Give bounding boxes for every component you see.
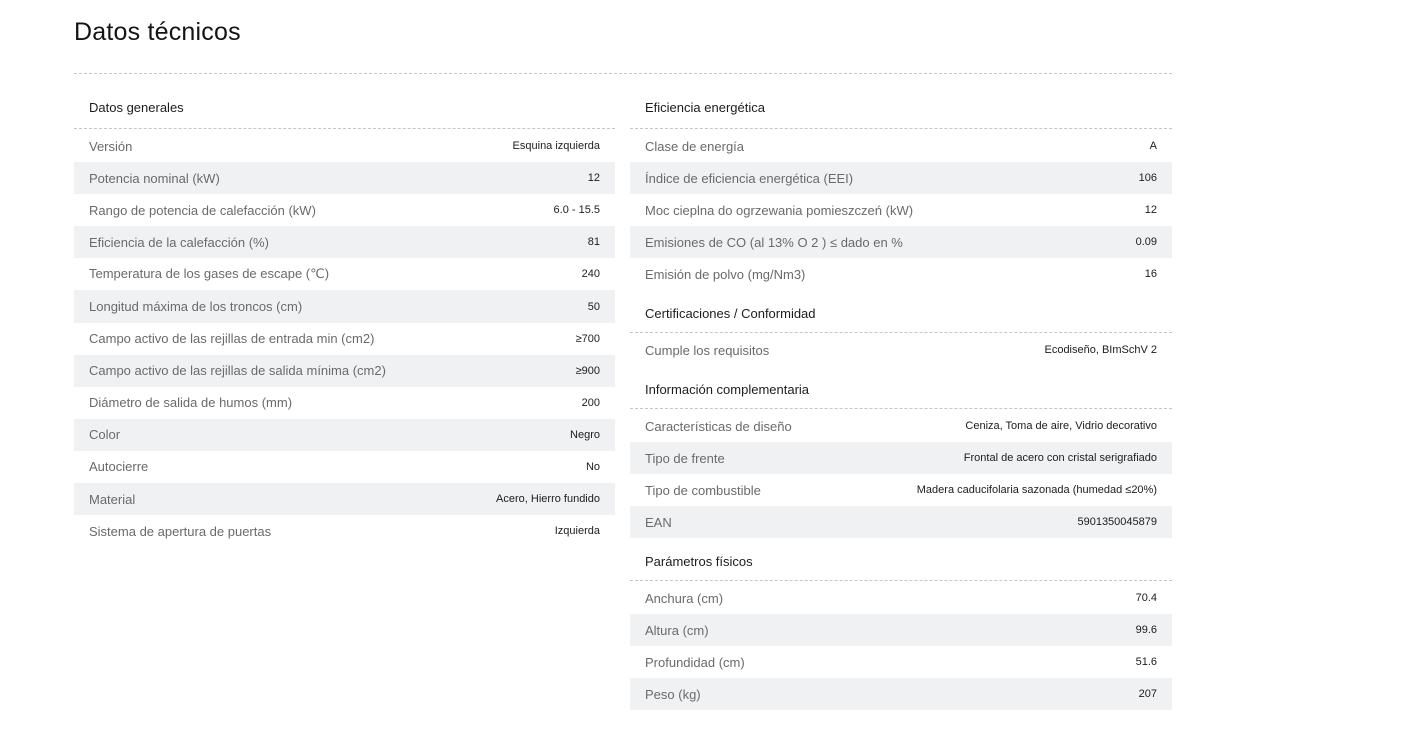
spec-value: 207	[1138, 688, 1157, 700]
right-column: Eficiencia energética Clase de energía A Í…	[630, 89, 1172, 710]
spec-value: Madera caducifolaria sazonada (humedad ≤…	[916, 484, 1157, 496]
spec-row: Clase de energía A	[630, 130, 1172, 162]
spec-row: Diámetro de salida de humos (mm) 200	[74, 387, 615, 419]
section-certificaciones: Certificaciones / Conformidad Cumple los…	[630, 297, 1172, 366]
spec-label: Peso (kg)	[645, 686, 701, 702]
spec-row: Material Acero, Hierro fundido	[74, 483, 615, 516]
spec-label: Potencia nominal (kW)	[89, 170, 220, 186]
section-datos-generales: Datos generales Versión Esquina izquierda…	[74, 89, 615, 547]
spec-value: ≥700	[575, 332, 600, 345]
spec-label: Versión	[89, 138, 133, 154]
spec-label: Anchura (cm)	[645, 590, 724, 606]
spec-row: Versión Esquina izquierda	[74, 130, 615, 162]
spec-value: 81	[587, 236, 600, 249]
section-title: Certificaciones / Conformidad	[630, 297, 1172, 333]
spec-row: Cumple los requisitos Ecodiseño, BImSchV …	[630, 334, 1172, 366]
spec-label: Autocierre	[89, 459, 149, 475]
spec-label: Sistema de apertura de puertas	[89, 523, 272, 539]
spec-label: Altura (cm)	[645, 622, 709, 638]
spec-label: Cumple los requisitos	[645, 342, 770, 358]
spec-value: 0.09	[1135, 236, 1157, 248]
spec-label: Índice de eficiencia energética (EEI)	[645, 170, 854, 186]
spec-row: Autocierre No	[74, 451, 615, 483]
spec-value: Negro	[570, 428, 600, 441]
spec-row: Tipo de frente Frontal de acero con crist…	[630, 442, 1172, 474]
spec-label: Emisión de polvo (mg/Nm3)	[645, 266, 806, 282]
spec-value: 12	[1144, 204, 1157, 216]
spec-label: Tipo de combustible	[645, 482, 761, 498]
spec-row: Campo activo de las rejillas de salida m…	[74, 354, 615, 387]
spec-row: Rango de potencia de calefacción (kW) 6.0…	[74, 194, 615, 226]
spec-value: Esquina izquierda	[512, 140, 600, 153]
spec-row: Emisión de polvo (mg/Nm3) 16	[630, 258, 1172, 290]
section-eficiencia-energetica: Eficiencia energética Clase de energía A Í…	[630, 89, 1172, 290]
section-title: Parámetros físicos	[630, 545, 1172, 581]
spec-value: Izquierda	[554, 525, 600, 538]
section-informacion-complementaria: Información complementaria Característic…	[630, 373, 1172, 538]
spec-label: Color	[89, 427, 121, 443]
spec-label: Profundidad (cm)	[645, 654, 745, 670]
spec-label: Diámetro de salida de humos (mm)	[89, 395, 293, 411]
spec-value: Ecodiseño, BImSchV 2	[1044, 344, 1157, 356]
spec-row: Moc cieplna do ogrzewania pomieszczeń (k…	[630, 194, 1172, 226]
spec-row: Características de diseño Ceniza, Toma de…	[630, 410, 1172, 442]
spec-value: 5901350045879	[1077, 516, 1157, 528]
spec-row: Sistema de apertura de puertas Izquierda	[74, 515, 615, 547]
spec-value: Ceniza, Toma de aire, Vidrio decorativo	[965, 420, 1157, 432]
spec-row: Peso (kg) 207	[630, 678, 1172, 710]
section-title: Información complementaria	[630, 373, 1172, 409]
spec-label: Rango de potencia de calefacción (kW)	[89, 202, 316, 218]
spec-value: A	[1149, 140, 1157, 152]
section-title: Datos generales	[74, 89, 615, 129]
spec-label: Clase de energía	[645, 138, 745, 154]
spec-row: Potencia nominal (kW) 12	[74, 162, 615, 195]
spec-value: No	[585, 460, 600, 473]
spec-row: Anchura (cm) 70.4	[630, 582, 1172, 614]
spec-value: 16	[1144, 268, 1157, 280]
spec-label: Eficiencia de la calefacción (%)	[89, 234, 269, 250]
spec-row: Índice de eficiencia energética (EEI) 106	[630, 162, 1172, 194]
section-title: Eficiencia energética	[630, 89, 1172, 129]
spec-row: Campo activo de las rejillas de entrada …	[74, 323, 615, 355]
spec-label: Emisiones de CO (al 13% O 2 ) ≤ dado en …	[645, 234, 903, 250]
spec-row: Temperatura de los gases de escape (℃) 24…	[74, 258, 615, 290]
spec-value: 6.0 - 15.5	[553, 204, 600, 217]
spec-label: Material	[89, 491, 136, 507]
spec-value: 240	[581, 268, 600, 281]
spec-value: 12	[587, 172, 600, 185]
page-title: Datos técnicos	[74, 18, 241, 46]
spec-label: Moc cieplna do ogrzewania pomieszczeń (k…	[645, 202, 914, 218]
spec-value: ≥900	[575, 364, 600, 377]
spec-row: Color Negro	[74, 418, 615, 451]
spec-label: Tipo de frente	[645, 450, 725, 466]
spec-row: Profundidad (cm) 51.6	[630, 646, 1172, 678]
spec-row: Emisiones de CO (al 13% O 2 ) ≤ dado en …	[630, 226, 1172, 258]
spec-row: Eficiencia de la calefacción (%) 81	[74, 226, 615, 259]
spec-label: Campo activo de las rejillas de salida m…	[89, 363, 386, 379]
spec-value: 106	[1138, 172, 1157, 184]
spec-label: Longitud máxima de los troncos (cm)	[89, 299, 303, 315]
section-parametros-fisicos: Parámetros físicos Anchura (cm) 70.4 Altur…	[630, 545, 1172, 710]
spec-row: Longitud máxima de los troncos (cm) 50	[74, 290, 615, 323]
spec-value: Acero, Hierro fundido	[496, 493, 600, 506]
spec-label: Campo activo de las rejillas de entrada …	[89, 331, 375, 347]
spec-label: EAN	[645, 514, 672, 530]
spec-value: 50	[587, 300, 600, 313]
spec-value: 51.6	[1135, 656, 1157, 668]
spec-label: Características de diseño	[645, 418, 792, 434]
spec-value: Frontal de acero con cristal serigrafiad…	[963, 452, 1157, 464]
spec-row: EAN 5901350045879	[630, 506, 1172, 538]
spec-value: 200	[581, 396, 600, 409]
left-column: Datos generales Versión Esquina izquierda…	[74, 89, 615, 547]
title-divider	[74, 73, 1172, 74]
spec-row: Altura (cm) 99.6	[630, 614, 1172, 646]
spec-value: 99.6	[1135, 624, 1157, 636]
spec-row: Tipo de combustible Madera caducifolaria …	[630, 474, 1172, 506]
spec-label: Temperatura de los gases de escape (℃)	[89, 266, 330, 282]
spec-value: 70.4	[1135, 592, 1157, 604]
